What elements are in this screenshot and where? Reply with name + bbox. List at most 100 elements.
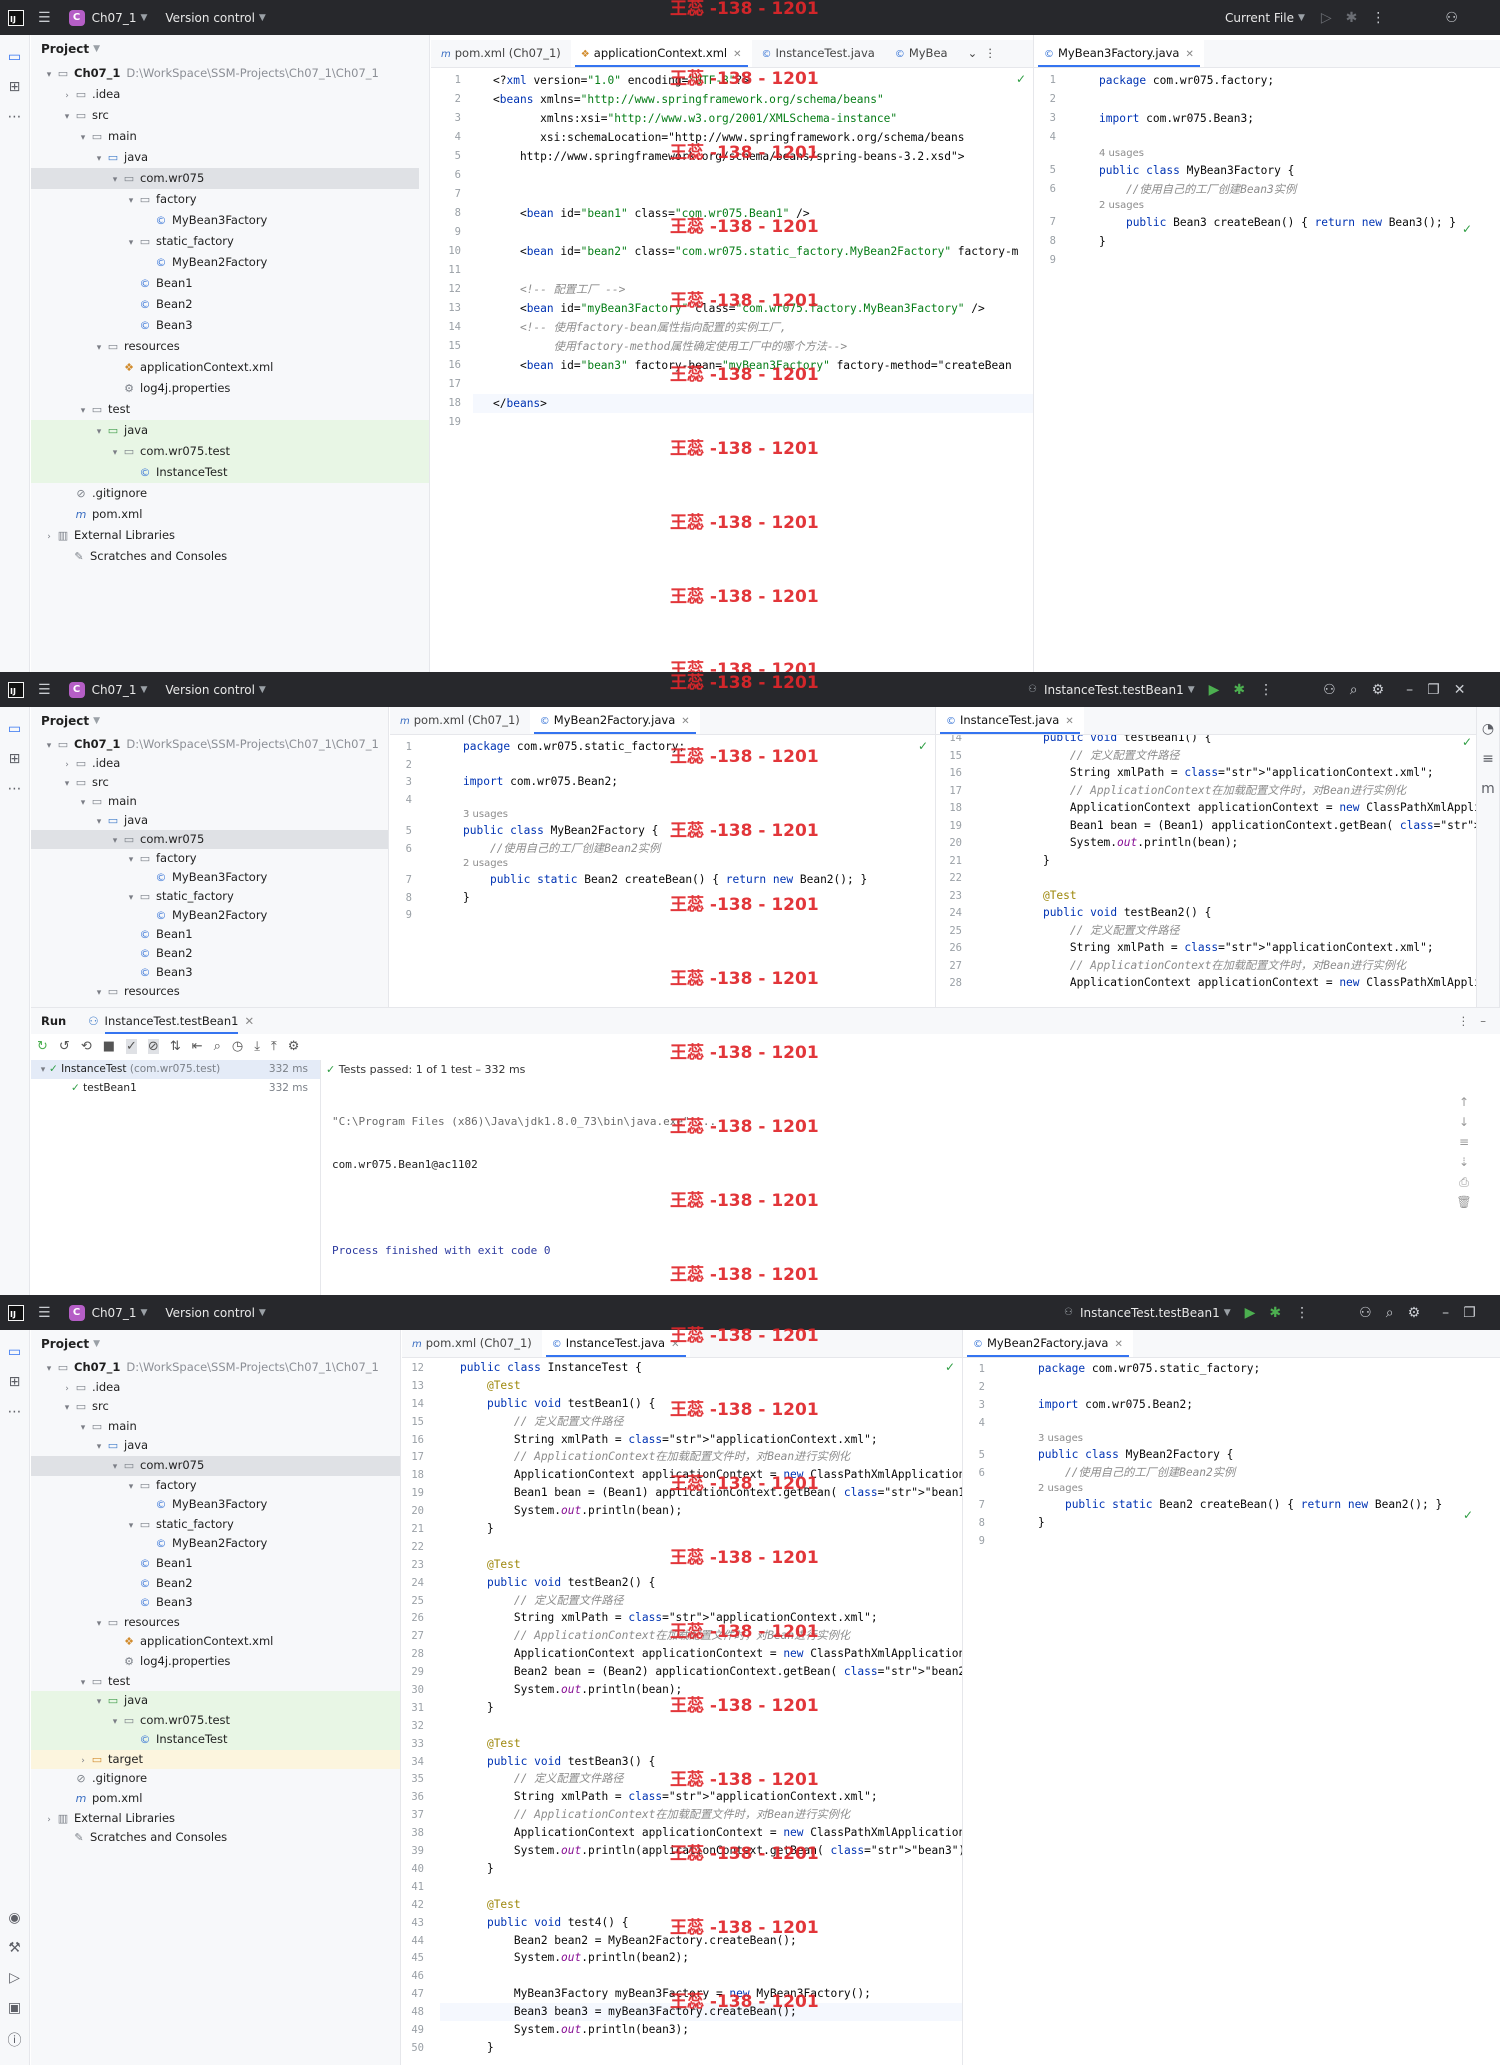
code-line[interactable]: } xyxy=(1099,232,1456,251)
tree-test-java[interactable]: ▾ ▭ java xyxy=(31,420,429,441)
code-line[interactable]: System.out.println(bean2); xyxy=(460,1949,962,1967)
xml-code[interactable]: <?xml version="1.0" encoding="UTF-8"?> <b… xyxy=(473,71,1033,432)
code-line[interactable]: <!-- 使用factory-bean属性指向配置的实例工厂, xyxy=(493,318,1033,337)
close-icon[interactable]: ✕ xyxy=(1114,1339,1122,1350)
code-line[interactable]: // 定义配置文件路径 xyxy=(1016,747,1476,765)
project-tree-title[interactable]: Project xyxy=(41,42,89,56)
debug-icon[interactable]: ✱ xyxy=(1269,1305,1281,1321)
show-passed-icon[interactable]: ✓ xyxy=(126,1038,137,1054)
notifications-icon[interactable]: ◔ xyxy=(1477,721,1499,737)
close-window-icon[interactable]: ✕ xyxy=(1454,682,1466,698)
code-line[interactable]: } xyxy=(460,2039,962,2057)
code-line[interactable]: } xyxy=(1038,1514,1442,1532)
tree-bean1[interactable]: © Bean1 xyxy=(31,273,429,294)
code-line[interactable]: Bean1 bean = (Bean1) applicationContext.… xyxy=(460,1484,962,1502)
gear-icon[interactable]: ⚙ xyxy=(1372,682,1385,698)
code-line[interactable]: xmlns:xsi="http://www.w3.org/2001/XMLSch… xyxy=(493,109,1033,128)
code-line[interactable]: String xmlPath = class="str">"applicatio… xyxy=(1016,939,1476,957)
tree-root[interactable]: ▾ ▭ Ch07_1 D:\WorkSpace\SSM-Projects\Ch07_1… xyxy=(31,63,429,84)
vcs-menu[interactable]: Version control xyxy=(165,11,255,25)
tree-test-java[interactable]: ▾ ▭ java xyxy=(31,1691,400,1711)
tab-pom[interactable]: m pom.xml (Ch07_1) xyxy=(431,40,571,67)
search-icon[interactable]: ⌕ xyxy=(1350,682,1358,698)
tree-root[interactable]: ▾ ▭ Ch07_1 D:\WorkSpace\SSM-Projects\Ch07_1… xyxy=(31,735,388,754)
code-line[interactable]: package com.wr075.static_factory; xyxy=(1038,1360,1442,1378)
close-icon[interactable]: ✕ xyxy=(1185,49,1193,60)
problems-icon[interactable]: ⓘ xyxy=(0,2030,29,2050)
code-line[interactable]: <bean id="myBean3Factory" class="com.wr0… xyxy=(493,299,1033,318)
code-line[interactable]: // 定义配置文件路径 xyxy=(460,1413,962,1431)
code-line[interactable] xyxy=(493,166,1033,185)
tab-instancetest[interactable]: © InstanceTest.java xyxy=(752,40,885,67)
tree-idea[interactable]: › ▭ .idea xyxy=(31,84,429,105)
code-line[interactable]: public void test4() { xyxy=(460,1914,962,1932)
tree-instancetest[interactable]: © InstanceTest xyxy=(31,462,429,483)
tabs-overflow-icon[interactable]: ⌄ ⋮ xyxy=(958,40,1006,67)
restore-icon[interactable]: ❐ xyxy=(1463,1305,1476,1321)
tree-java[interactable]: ▾ ▭ java xyxy=(31,147,429,168)
tree-src[interactable]: ▾ ▭ src xyxy=(31,773,388,792)
tree-idea[interactable]: › ▭ .idea xyxy=(31,754,388,773)
code-line[interactable] xyxy=(1099,251,1456,270)
scroll-end-icon[interactable]: ⇣ xyxy=(1452,1152,1476,1172)
terminal-icon[interactable]: ▣ xyxy=(0,2000,29,2016)
structure-tool-icon[interactable]: ⊞ xyxy=(0,1374,29,1390)
code-line[interactable]: } xyxy=(1016,852,1476,870)
run-console[interactable]: "C:\Program Files (x86)\Java\jdk1.8.0_73… xyxy=(332,1087,716,1285)
code-line[interactable]: System.out.println(bean3); xyxy=(460,2021,962,2039)
code-line[interactable]: ApplicationContext applicationContext = … xyxy=(460,1824,962,1842)
code-line[interactable] xyxy=(1099,128,1456,147)
code-line[interactable]: // 定义配置文件路径 xyxy=(460,1592,962,1610)
tree-package[interactable]: ▾ ▭ com.wr075 xyxy=(31,168,419,189)
tree-bean2[interactable]: © Bean2 xyxy=(31,1574,400,1594)
code-line[interactable] xyxy=(1099,90,1456,109)
code-line[interactable] xyxy=(463,791,867,809)
run-tab[interactable]: InstanceTest.testBean1 xyxy=(104,1008,239,1034)
tree-gitignore[interactable]: ⊘ .gitignore xyxy=(31,1769,400,1789)
close-icon[interactable]: ✕ xyxy=(681,716,689,727)
tree-resources[interactable]: ▾ ▭ resources xyxy=(31,1613,400,1633)
tree-factory[interactable]: ▾ ▭ factory xyxy=(31,849,388,868)
main-menu-icon[interactable]: ☰ xyxy=(38,10,51,26)
export-icon[interactable]: ⤓ xyxy=(254,1039,260,1054)
import-icon[interactable]: ⤒ xyxy=(271,1039,277,1054)
project-tree-title[interactable]: Project xyxy=(41,714,89,728)
close-icon[interactable]: ✕ xyxy=(671,1339,679,1350)
tab-instancetest[interactable]: © InstanceTest.java ✕ xyxy=(541,1330,690,1357)
project-tree-title[interactable]: Project xyxy=(41,1337,89,1351)
sort-icon[interactable]: ⇅ xyxy=(170,1039,181,1054)
tree-static-factory[interactable]: ▾ ▭ static_factory xyxy=(31,231,429,252)
tree-factory[interactable]: ▾ ▭ factory xyxy=(31,1476,400,1496)
tree-static-factory[interactable]: ▾ ▭ static_factory xyxy=(31,887,388,906)
tree-pom[interactable]: m pom.xml xyxy=(31,1789,400,1809)
code-line[interactable]: import com.wr075.Bean3; xyxy=(1099,109,1456,128)
tree-scratches[interactable]: ✎ Scratches and Consoles xyxy=(31,1828,400,1848)
tree-instancetest[interactable]: © InstanceTest xyxy=(31,1730,400,1750)
find-icon[interactable]: ⌕ xyxy=(214,1039,221,1054)
instancetest-code[interactable]: public void testBean1() { // 定义配置文件路径 St… xyxy=(1016,735,1476,992)
code-line[interactable]: xsi:schemaLocation="http://www.springfra… xyxy=(493,128,1033,147)
code-line[interactable]: <bean id="bean1" class="com.wr075.Bean1"… xyxy=(493,204,1033,223)
project-switcher[interactable]: Ch07_1 xyxy=(92,11,137,25)
code-line[interactable]: Bean2 bean = (Bean2) applicationContext.… xyxy=(460,1663,962,1681)
code-line[interactable]: <!-- 配置工厂 --> xyxy=(493,280,1033,299)
services-icon[interactable]: ◉ xyxy=(0,1910,29,1926)
tree-mybean3factory[interactable]: © MyBean3Factory xyxy=(31,1495,400,1515)
mybean2factory-editor[interactable]: 1 2 3 4 5 6 7 8 9 package com.wr075.static_facto… xyxy=(390,735,935,1007)
vcs-menu[interactable]: Version control xyxy=(165,1306,255,1320)
tree-test-package[interactable]: ▾ ▭ com.wr075.test xyxy=(31,1710,400,1731)
tree-test[interactable]: ▾ ▭ test xyxy=(31,399,429,420)
debug-icon[interactable]: ✱ xyxy=(1346,10,1358,26)
tree-mybean2factory[interactable]: © MyBean2Factory xyxy=(31,906,388,925)
run-panel-title[interactable]: Run xyxy=(41,1014,66,1028)
code-line[interactable] xyxy=(1038,1378,1442,1396)
rerun-failed-icon[interactable]: ↺ xyxy=(59,1039,70,1054)
tab-mybean2factory[interactable]: © MyBean2Factory.java ✕ xyxy=(529,707,700,734)
tree-log4j[interactable]: ⚙ log4j.properties xyxy=(31,378,429,399)
tree-main[interactable]: ▾ ▭ main xyxy=(31,1417,400,1437)
tree-mybean2factory[interactable]: © MyBean2Factory xyxy=(31,252,429,273)
tab-pom[interactable]: m pom.xml (Ch07_1) xyxy=(390,707,530,734)
tree-bean3[interactable]: © Bean3 xyxy=(31,1593,400,1613)
code-line[interactable]: public class InstanceTest { xyxy=(460,1359,962,1377)
code-line[interactable]: public void testBean1() { xyxy=(460,1395,962,1413)
